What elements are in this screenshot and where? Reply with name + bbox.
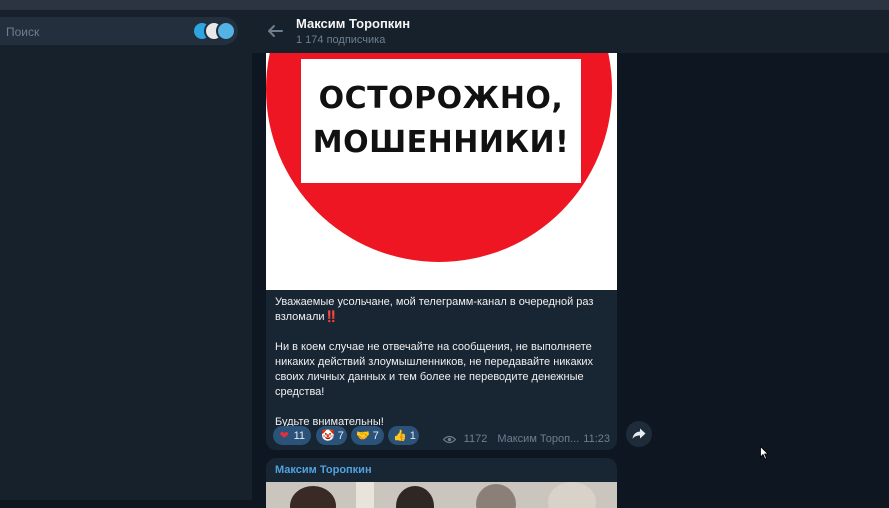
post-paragraph-1: Уважаемые усольчане, мой телеграмм-канал… <box>275 296 594 323</box>
reaction-thumbs-up[interactable]: 👍 1 <box>388 426 419 445</box>
views-eye-icon <box>442 435 456 443</box>
subscriber-count: 1 174 подписчика <box>296 34 386 46</box>
reaction-heart[interactable]: ❤ 11 <box>273 426 311 445</box>
post-meta: 1172 Максим Тороп... 11:23 <box>442 433 610 445</box>
post-author: Максим Тороп... <box>497 433 580 445</box>
next-post-photo[interactable] <box>266 482 617 508</box>
warning-plate: ОСТОРОЖНО, МОШЕННИКИ! <box>301 59 581 183</box>
channel-post: ОСТОРОЖНО, МОШЕННИКИ! Уважаемые усольчан… <box>266 53 617 450</box>
warning-line-2: МОШЕННИКИ! <box>312 125 570 160</box>
reaction-count: 1 <box>409 429 416 442</box>
next-channel-post: Максим Торопкин <box>266 458 617 508</box>
heart-icon: ❤ <box>279 430 289 442</box>
post-paragraph-2: Ни в коем случае не отвечайте на сообщен… <box>275 341 594 398</box>
search-bar <box>0 17 238 45</box>
post-image[interactable]: ОСТОРОЖНО, МОШЕННИКИ! <box>266 53 617 290</box>
channel-header: Максим Торопкин 1 174 подписчика <box>252 10 889 53</box>
clown-icon: 🤡 <box>321 430 335 442</box>
thumbs-up-icon: 👍 <box>393 430 407 442</box>
mouse-cursor-icon <box>760 446 769 460</box>
post-text: Уважаемые усольчане, мой телеграмм-канал… <box>275 295 611 430</box>
reaction-clown[interactable]: 🤡 7 <box>316 426 347 445</box>
double-exclamation-icon: ‼️ <box>324 311 339 323</box>
folder-icons[interactable] <box>192 21 240 41</box>
message-area: ОСТОРОЖНО, МОШЕННИКИ! Уважаемые усольчан… <box>252 53 889 508</box>
channel-title[interactable]: Максим Торопкин <box>296 16 410 31</box>
handshake-icon: 🤝 <box>356 430 370 442</box>
share-arrow-icon <box>632 428 646 439</box>
share-button[interactable] <box>626 421 652 447</box>
post-time: 11:23 <box>583 433 610 445</box>
reaction-handshake[interactable]: 🤝 7 <box>351 426 384 445</box>
reaction-count: 7 <box>372 429 379 442</box>
reaction-count: 11 <box>293 429 305 442</box>
warning-line-1: ОСТОРОЖНО, <box>318 81 564 116</box>
channel-avatar-icon[interactable] <box>216 21 236 41</box>
window-top-strip <box>0 0 889 10</box>
search-input[interactable] <box>4 21 188 43</box>
back-arrow-icon[interactable] <box>266 22 284 40</box>
reaction-count: 7 <box>337 429 344 442</box>
chat-list-sidebar <box>0 10 252 500</box>
next-post-author[interactable]: Максим Торопкин <box>275 464 372 476</box>
view-count: 1172 <box>463 433 488 445</box>
